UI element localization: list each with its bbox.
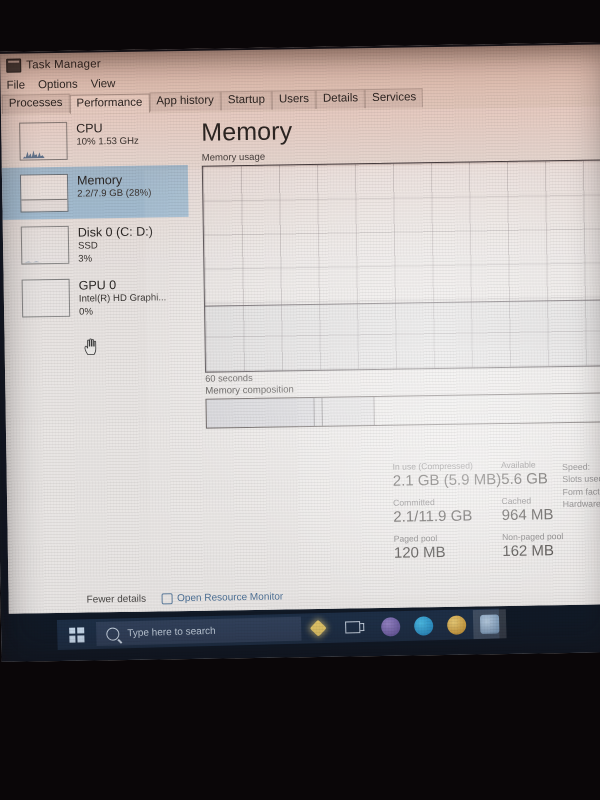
memory-text-block: Memory 2.2/7.9 GB (28%) (77, 173, 152, 201)
sidebar-item-gpu[interactable]: GPU 0 Intel(R) HD Graphi... 0% (3, 270, 190, 326)
browser-icon[interactable] (413, 615, 434, 636)
sidebar-item-cpu[interactable]: CPU 10% 1.53 GHz (1, 113, 188, 168)
tab-app-history[interactable]: App history (149, 91, 222, 112)
stat-available: Available 5.6 GB (501, 459, 563, 489)
search-icon (106, 626, 120, 641)
sidebar-item-disk[interactable]: Disk 0 (C: D:) SSD 3% (3, 217, 190, 273)
cortana-diamond (310, 619, 328, 637)
taskbar-app-icons (369, 613, 500, 637)
gpu-text-block: GPU 0 Intel(R) HD Graphi... 0% (79, 277, 167, 317)
composition-segment-free (373, 393, 600, 426)
sidebar-sub-gpu-model: Intel(R) HD Graphi... (78, 292, 167, 305)
task-manager-body: CPU 10% 1.53 GHz Memory 2.2/7.9 GB (28%) (1, 106, 600, 614)
menu-options[interactable]: Options (38, 78, 78, 91)
edge-icon[interactable] (380, 616, 401, 637)
memory-thumbnail (19, 173, 69, 213)
tab-details[interactable]: Details (315, 89, 366, 109)
memory-fill-bar (21, 198, 68, 212)
memory-detail-pane: Memory Memory usage 60 seconds Memory co… (187, 106, 600, 584)
stat-non-paged-pool: Non-paged pool 162 MB (502, 531, 564, 561)
windows-logo-icon (69, 626, 85, 643)
gpu-thumbnail (21, 278, 71, 318)
sidebar-label-disk: Disk 0 (C: D:) (77, 224, 153, 240)
photo-of-screen: Task Manager File Options View Processes… (0, 0, 600, 800)
composition-segment-standby (321, 397, 375, 426)
disk-thumbnail (20, 225, 70, 265)
task-manager-window: Task Manager File Options View Processes… (0, 44, 600, 614)
spec-label-slots-used: Slots used: (562, 473, 600, 485)
tab-processes[interactable]: Processes (1, 93, 70, 114)
sidebar-item-memory[interactable]: Memory 2.2/7.9 GB (28%) (1, 164, 189, 220)
stat-value-paged-pool: 120 MB (393, 543, 446, 562)
tab-startup[interactable]: Startup (220, 90, 273, 111)
stat-value-cached: 964 MB (501, 506, 554, 525)
spec-label-speed: Speed: (562, 461, 591, 473)
cpu-sparkline-icon (22, 150, 45, 159)
sidebar-sub-gpu-usage: 0% (79, 305, 94, 318)
memory-statistics: In use (Compressed) 2.1 GB (5.9 MB) Comm… (392, 459, 600, 570)
stats-column-specs: Speed: 2133 MHz Slots used: 1 of 2 Form … (562, 457, 600, 567)
page-title: Memory (201, 117, 293, 147)
memory-usage-graph (201, 159, 600, 373)
stats-column-left: In use (Compressed) 2.1 GB (5.9 MB) Comm… (392, 460, 502, 570)
cpu-thumbnail (19, 121, 68, 161)
menu-view[interactable]: View (91, 78, 116, 90)
stat-committed: Committed 2.1/11.9 GB (393, 496, 502, 527)
task-manager-icon (6, 58, 22, 73)
tab-services[interactable]: Services (364, 88, 424, 109)
stat-cached: Cached 964 MB (501, 495, 563, 525)
spec-slots-used: Slots used: 1 of 2 (562, 472, 600, 486)
chrome-icon[interactable] (446, 614, 467, 635)
spec-label-form-factor: Form factor: (562, 486, 600, 497)
sidebar-label-gpu: GPU 0 (78, 278, 117, 293)
stat-value-non-paged-pool: 162 MB (502, 542, 555, 561)
cpu-text-block: CPU 10% 1.53 GHz (76, 121, 139, 148)
sidebar-sub-memory: 2.2/7.9 GB (28%) (77, 187, 152, 200)
fewer-details-button[interactable]: Fewer details (87, 593, 147, 605)
resource-monitor-icon (161, 592, 174, 604)
cortana-icon[interactable] (301, 619, 336, 637)
file-explorer-icon[interactable] (479, 613, 500, 634)
stat-value-in-use: 2.1 GB (5.9 MB) (392, 471, 502, 490)
sidebar-sub-cpu: 10% 1.53 GHz (76, 135, 139, 148)
task-view-glyph (345, 621, 361, 634)
stat-label-non-paged-pool: Non-paged pool (501, 531, 564, 543)
file-explorer-glyph (479, 613, 500, 634)
disk-text-block: Disk 0 (C: D:) SSD 3% (78, 224, 154, 264)
spec-form-factor: Form factor: SODIMM (562, 484, 600, 498)
graph-fill-area (205, 299, 600, 372)
memory-composition-bar[interactable] (205, 392, 600, 429)
resource-monitor-label: Open Resource Monitor (176, 590, 284, 604)
open-resource-monitor-link[interactable]: Open Resource Monitor (161, 590, 284, 604)
performance-sidebar: CPU 10% 1.53 GHz Memory 2.2/7.9 GB (28%) (1, 113, 194, 588)
task-view-icon[interactable] (336, 621, 369, 634)
search-input[interactable]: Type here to search (95, 616, 302, 647)
sidebar-sub-disk-usage: 3% (78, 252, 93, 265)
tab-performance[interactable]: Performance (69, 93, 150, 114)
search-placeholder: Type here to search (127, 625, 216, 639)
window-title: Task Manager (26, 58, 101, 72)
stats-column-middle: Available 5.6 GB Cached 964 MB Non-paged… (501, 459, 564, 568)
stat-in-use: In use (Compressed) 2.1 GB (5.9 MB) (392, 460, 501, 491)
disk-sparkline-icon (24, 261, 47, 263)
stat-value-committed: 2.1/11.9 GB (393, 507, 473, 526)
composition-segment-in-use (206, 397, 315, 428)
sidebar-label-cpu: CPU (76, 121, 103, 136)
laptop-screen: Task Manager File Options View Processes… (0, 42, 600, 662)
stat-paged-pool: Paged pool 120 MB (394, 532, 503, 563)
spec-speed: Speed: 2133 MHz (562, 459, 600, 473)
menu-file[interactable]: File (6, 79, 25, 91)
sidebar-label-memory: Memory (76, 172, 123, 188)
spec-label-hardware-reserved: Hardware reserved: (562, 498, 600, 510)
axis-label-60-seconds: 60 seconds (205, 372, 253, 384)
sidebar-sub-disk-type: SSD (77, 240, 98, 252)
tab-users[interactable]: Users (271, 89, 317, 110)
hand-cursor (84, 338, 97, 355)
start-button[interactable] (57, 619, 97, 650)
spec-hardware-reserved: Hardware reserved: 139 MB (563, 496, 600, 510)
stat-value-available: 5.6 GB (501, 470, 548, 489)
